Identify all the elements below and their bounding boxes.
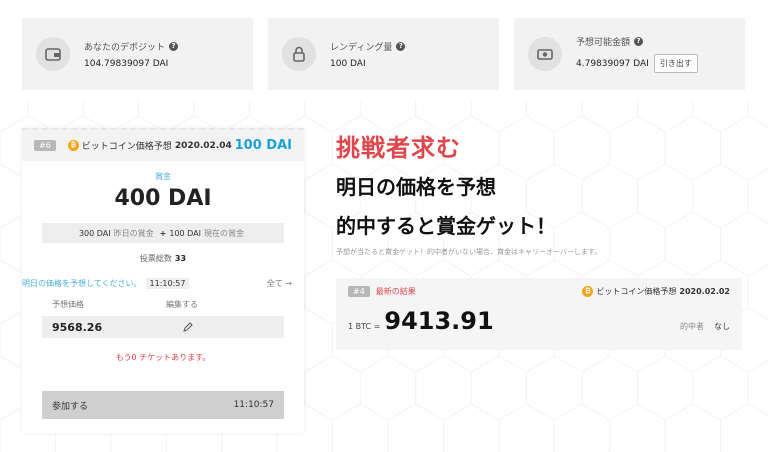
pair-label: ビットコイン価格予想 xyxy=(81,142,172,152)
col-edit: 編集する xyxy=(166,300,198,309)
predict-prompt-row: 明日の価格を予想してください。 11:10:57 全て → xyxy=(22,278,304,289)
tickets-note: もう0 チケットあります。 xyxy=(115,353,211,362)
votes-value: 33 xyxy=(174,254,187,263)
bet-amount: 100 DAI xyxy=(234,138,292,153)
available-value: 4.79839097 DAI xyxy=(576,58,649,69)
round-id-badge: #6 xyxy=(34,140,56,151)
wallet-icon xyxy=(36,37,70,71)
stat-available: 予想可能金額? 4.79839097 DAI 引き出す xyxy=(514,18,745,90)
money-icon xyxy=(528,37,562,71)
bitcoin-icon: ₿ xyxy=(67,140,79,151)
deposit-label: あなたのデポジット xyxy=(84,42,166,53)
join-label: 参加する xyxy=(52,401,89,412)
prediction-card: #6 ₿ ビットコイン価格予想 2020.02.04 100 DAI 賞金 40… xyxy=(22,128,304,433)
winner-info: 的中者 なし xyxy=(680,321,730,332)
lending-label: レンディング量 xyxy=(330,42,393,53)
col-price: 予想価格 xyxy=(52,300,84,309)
stats-row: あなたのデポジット? 104.79839097 DAI レンディング量? 100… xyxy=(22,18,745,90)
vote-count: 投票総数 33 xyxy=(22,253,304,264)
available-label: 予想可能金額 xyxy=(576,38,631,48)
latest-pair-label: ビットコイン価格予想 xyxy=(596,287,677,296)
current-label: 現在の賞金 xyxy=(204,228,245,238)
stat-lending: レンディング量? 100 DAI xyxy=(268,18,499,90)
view-all-link[interactable]: 全て → xyxy=(267,278,292,289)
predicted-price[interactable]: 9568.26 xyxy=(52,321,102,334)
hero-section: 挑戦者求む 明日の価格を予想 的中すると賞金ゲット！ 予想が当たると賞金ゲット！… xyxy=(336,128,601,257)
help-icon[interactable]: ? xyxy=(396,41,406,51)
latest-title: 最新の結果 xyxy=(375,287,416,296)
hero-title: 挑戦者求む xyxy=(336,134,461,162)
winner-value: なし xyxy=(714,322,730,331)
prize-label: 賞金 xyxy=(155,172,171,181)
yesterday-amount: 300 DAI xyxy=(78,228,111,238)
winner-label: 的中者 xyxy=(680,322,704,331)
join-time: 11:10:57 xyxy=(233,400,274,410)
help-icon[interactable]: ? xyxy=(169,41,179,51)
pencil-icon[interactable] xyxy=(182,321,194,333)
current-amount: 100 DAI xyxy=(169,228,202,238)
withdraw-button[interactable]: 引き出す xyxy=(653,54,698,73)
column-headers: 予想価格 編集する xyxy=(22,299,304,310)
latest-date: 2020.02.02 xyxy=(679,287,730,296)
card-header: #6 ₿ ビットコイン価格予想 2020.02.04 100 DAI xyxy=(22,128,304,161)
lock-icon xyxy=(282,37,316,71)
latest-pair: ₿ ビットコイン価格予想 2020.02.02 xyxy=(582,286,730,297)
stat-deposit: あなたのデポジット? 104.79839097 DAI xyxy=(22,18,253,90)
deposit-value: 104.79839097 DAI xyxy=(84,58,169,69)
votes-label: 投票総数 xyxy=(139,254,172,263)
predict-prompt: 明日の価格を予想してください。 xyxy=(22,279,142,288)
hero-line1: 明日の価格を予想 xyxy=(336,175,496,199)
prize-breakdown: 300 DAI 昨日の賞金 + 100 DAI 現在の賞金 xyxy=(42,223,284,243)
lending-value: 100 DAI xyxy=(330,58,366,69)
btc-label: 1 BTC = xyxy=(348,322,381,331)
bitcoin-icon: ₿ xyxy=(582,286,594,297)
latest-price: 9413.91 xyxy=(384,307,494,335)
help-icon[interactable]: ? xyxy=(634,37,644,46)
prize-amount: 400 DAI xyxy=(114,186,212,211)
hero-note: 予想が当たると賞金ゲット！的中者がいない場合、賞金はキャリーオーバーします。 xyxy=(336,248,602,256)
latest-result: #4 最新の結果 ₿ ビットコイン価格予想 2020.02.02 1 BTC =… xyxy=(336,278,742,350)
hero-line2: 的中すると賞金ゲット！ xyxy=(336,214,556,238)
join-button[interactable]: 参加する 11:10:57 xyxy=(42,391,284,419)
countdown-time: 11:10:57 xyxy=(145,278,190,289)
prediction-input-row[interactable]: 9568.26 xyxy=(42,316,284,338)
latest-id-badge: #4 xyxy=(348,286,370,297)
yesterday-label: 昨日の賞金 xyxy=(113,228,154,238)
plus-sign: + xyxy=(159,228,167,238)
round-date: 2020.02.04 xyxy=(174,140,232,151)
